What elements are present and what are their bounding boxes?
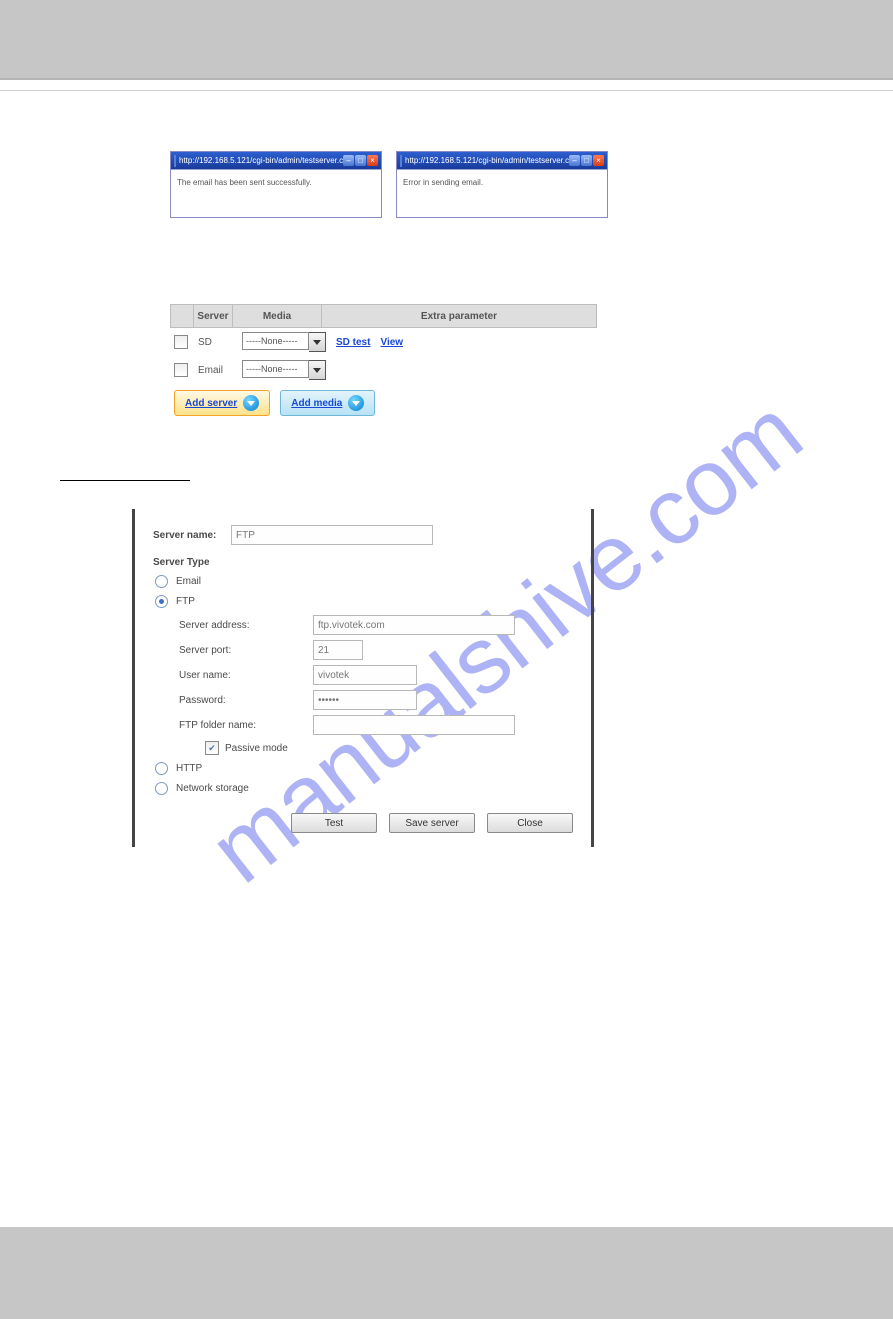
ftp-address-input[interactable]	[313, 615, 515, 635]
dialog-titlebar: http://192.168.5.121/cgi-bin/admin/tests…	[171, 152, 381, 169]
col-extra: Extra parameter	[321, 304, 597, 328]
radio-icon[interactable]	[155, 782, 168, 795]
test-button[interactable]: Test	[291, 813, 377, 833]
passive-checkbox[interactable]	[205, 741, 219, 755]
option-http[interactable]: HTTP	[155, 762, 573, 775]
chevron-down-icon[interactable]	[309, 332, 326, 352]
col-media: Media	[232, 304, 321, 328]
page-icon	[174, 155, 176, 167]
email-checkbox[interactable]	[174, 363, 188, 377]
sd-label: SD	[198, 337, 232, 348]
ftp-port-input[interactable]	[313, 640, 363, 660]
option-email[interactable]: Email	[155, 575, 573, 588]
ftp-password-label: Password:	[179, 695, 313, 706]
passive-label: Passive mode	[225, 743, 288, 754]
option-label: Email	[176, 576, 201, 587]
sd-checkbox[interactable]	[174, 335, 188, 349]
col-check	[170, 304, 193, 328]
server-settings-panel: Server name: Server Type Email FTP Serve…	[132, 509, 594, 847]
dropdown-icon	[243, 395, 259, 411]
radio-icon[interactable]	[155, 595, 168, 608]
passive-mode-row: Passive mode	[205, 741, 573, 755]
email-media-select[interactable]: -----None-----	[242, 360, 326, 380]
dialog-body-text: The email has been sent successfully.	[171, 169, 381, 217]
close-icon[interactable]: ×	[367, 155, 378, 166]
ftp-password-input[interactable]	[313, 690, 417, 710]
table-row-email: Email -----None-----	[170, 356, 833, 384]
ftp-folder-label: FTP folder name:	[179, 720, 313, 731]
radio-icon[interactable]	[155, 762, 168, 775]
page-footer-bar	[0, 1227, 893, 1319]
test-result-dialogs: http://192.168.5.121/cgi-bin/admin/tests…	[170, 151, 833, 218]
ftp-folder-input[interactable]	[313, 715, 515, 735]
sd-media-select[interactable]: -----None-----	[242, 332, 326, 352]
dialog-titlebar: http://192.168.5.121/cgi-bin/admin/tests…	[397, 152, 607, 169]
option-ftp[interactable]: FTP	[155, 595, 573, 608]
maximize-icon[interactable]: □	[355, 155, 366, 166]
add-server-button[interactable]: Add server	[174, 390, 270, 416]
add-server-label: Add server	[185, 398, 237, 409]
dialog-success: http://192.168.5.121/cgi-bin/admin/tests…	[170, 151, 382, 218]
ftp-address-label: Server address:	[179, 620, 313, 631]
radio-icon[interactable]	[155, 575, 168, 588]
option-network-storage[interactable]: Network storage	[155, 782, 573, 795]
ftp-port-label: Server port:	[179, 645, 313, 656]
select-value: -----None-----	[242, 360, 309, 378]
server-type-heading: Server Type	[153, 557, 573, 568]
ftp-fields: Server address: Server port: User name: …	[179, 615, 573, 755]
option-label: HTTP	[176, 763, 202, 774]
minimize-icon[interactable]: –	[343, 155, 354, 166]
dialog-title-text: http://192.168.5.121/cgi-bin/admin/tests…	[179, 156, 343, 165]
option-label: Network storage	[176, 783, 249, 794]
add-media-label: Add media	[291, 398, 342, 409]
save-server-button[interactable]: Save server	[389, 813, 475, 833]
table-header: Server Media Extra parameter	[170, 304, 833, 328]
option-label: FTP	[176, 596, 195, 607]
page-icon	[400, 155, 402, 167]
action-table: Server Media Extra parameter SD -----Non…	[170, 304, 833, 416]
dropdown-icon	[348, 395, 364, 411]
col-server: Server	[193, 304, 232, 328]
view-link[interactable]: View	[380, 337, 403, 348]
select-value: -----None-----	[242, 332, 309, 350]
sd-test-link[interactable]: SD test	[336, 337, 370, 348]
table-row-sd: SD -----None----- SD test View	[170, 328, 833, 356]
dialog-error: http://192.168.5.121/cgi-bin/admin/tests…	[396, 151, 608, 218]
close-button[interactable]: Close	[487, 813, 573, 833]
add-media-button[interactable]: Add media	[280, 390, 375, 416]
section-underline	[60, 480, 190, 481]
chevron-down-icon[interactable]	[309, 360, 326, 380]
close-icon[interactable]: ×	[593, 155, 604, 166]
server-name-input[interactable]	[231, 525, 433, 545]
email-label: Email	[198, 365, 232, 376]
minimize-icon[interactable]: –	[569, 155, 580, 166]
dialog-body-text: Error in sending email.	[397, 169, 607, 217]
ftp-user-input[interactable]	[313, 665, 417, 685]
dialog-title-text: http://192.168.5.121/cgi-bin/admin/tests…	[405, 156, 569, 165]
maximize-icon[interactable]: □	[581, 155, 592, 166]
page-header-bar	[0, 0, 893, 80]
server-name-label: Server name:	[153, 530, 231, 541]
ftp-user-label: User name:	[179, 670, 313, 681]
